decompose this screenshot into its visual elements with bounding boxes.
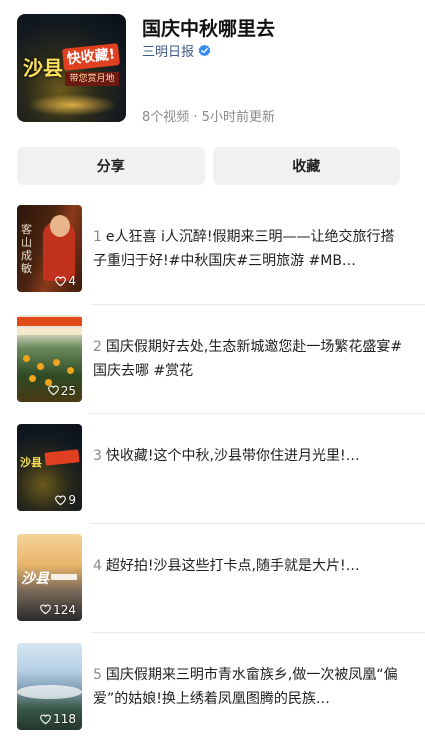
video-thumbnail[interactable]: 118 — [17, 643, 82, 730]
thumbnail-subbanner — [17, 327, 82, 335]
flower-shape — [53, 358, 60, 366]
item-index: 3 — [93, 448, 102, 464]
list-item[interactable]: 118 5 国庆假期来三明市青水畲族乡,做一次被凤凰“偏爱”的姑娘!换上绣着凤凰图… — [0, 633, 425, 740]
cover-glow — [27, 94, 117, 116]
cover-art-text: 沙县 — [23, 56, 63, 80]
heart-icon — [47, 385, 59, 396]
thumbnail-banner — [17, 316, 82, 326]
video-title[interactable]: 3 快收藏!这个中秋,沙县带你住进月光里!… — [93, 444, 403, 468]
list-item[interactable]: 客山成敏 4 1 e人狂喜 i人沉醉!假期来三明——让绝交旅行搭子重归于好!#中秋… — [0, 195, 425, 305]
item-index: 2 — [93, 338, 102, 355]
verified-icon — [198, 44, 211, 57]
collection-cover[interactable]: 沙县 快收藏! 带您赏月地 — [17, 14, 126, 122]
collection-title: 国庆中秋哪里去 — [142, 18, 276, 40]
list-item[interactable]: 沙县 124 4 超好拍!沙县这些打卡点,随手就是大片!… — [0, 524, 425, 633]
item-text: e人狂喜 i人沉醉!假期来三明——让绝交旅行搭子重归于好!#中秋国庆#三明旅游 … — [93, 229, 395, 269]
flower-shape — [23, 354, 30, 362]
cover-art-caption: 带您赏月地 — [65, 72, 119, 86]
like-count-value: 25 — [60, 383, 76, 398]
like-count-value: 118 — [53, 712, 76, 726]
item-text: 快收藏!这个中秋,沙县带你住进月光里!… — [105, 448, 360, 464]
thumbnail-text: 沙县 — [20, 456, 42, 469]
video-thumbnail[interactable]: 25 — [17, 314, 82, 402]
thumbnail-badge — [51, 573, 77, 580]
video-thumbnail[interactable]: 客山成敏 4 — [17, 205, 82, 292]
action-buttons: 分享 收藏 — [17, 147, 400, 185]
video-thumbnail[interactable]: 沙县 124 — [17, 533, 82, 621]
list-item[interactable]: 沙县 9 3 快收藏!这个中秋,沙县带你住进月光里!… — [0, 414, 425, 524]
thumbnail-text: 客山成敏 — [21, 223, 32, 275]
video-title[interactable]: 2 国庆假期好去处,生态新城邀您赴一场繁花盛宴#国庆去哪 #赏花 — [93, 335, 403, 383]
author-name[interactable]: 三明日报 — [142, 41, 194, 60]
author-row[interactable]: 三明日报 — [142, 41, 211, 60]
list-item[interactable]: 25 2 国庆假期好去处,生态新城邀您赴一场繁花盛宴#国庆去哪 #赏花 — [0, 305, 425, 414]
item-text: 国庆假期好去处,生态新城邀您赴一场繁花盛宴#国庆去哪 #赏花 — [93, 338, 403, 379]
thumbnail-face — [50, 215, 70, 237]
video-thumbnail[interactable]: 沙县 9 — [17, 424, 82, 511]
item-text: 国庆假期来三明市青水畲族乡,做一次被凤凰“偏爱”的姑娘!换上绣着凤凰图腾的民族… — [93, 667, 398, 707]
heart-icon — [55, 275, 67, 286]
like-count-value: 124 — [53, 602, 76, 617]
like-count: 4 — [17, 274, 76, 288]
cover-art-badge: 快收藏! — [62, 43, 120, 71]
heart-icon — [40, 713, 51, 724]
item-index: 4 — [93, 557, 102, 574]
like-count: 25 — [17, 384, 76, 398]
like-count: 124 — [17, 603, 76, 617]
collection-meta: 8个视频 · 5小时前更新 — [142, 110, 275, 125]
item-index: 1 — [93, 229, 102, 245]
video-title[interactable]: 5 国庆假期来三明市青水畲族乡,做一次被凤凰“偏爱”的姑娘!换上绣着凤凰图腾的民族… — [93, 663, 403, 711]
collection-header: 沙县 快收藏! 带您赏月地 国庆中秋哪里去 三明日报 8个视频 · 5小时前更新 — [0, 0, 425, 140]
thumbnail-badge — [44, 449, 80, 466]
item-index: 5 — [93, 667, 102, 683]
flower-shape — [67, 366, 74, 374]
item-text: 超好拍!沙县这些打卡点,随手就是大片!… — [105, 557, 360, 574]
like-count-value: 4 — [68, 274, 76, 288]
like-count-value: 9 — [68, 493, 76, 507]
share-button[interactable]: 分享 — [17, 147, 205, 185]
flower-shape — [29, 374, 36, 382]
like-count: 118 — [17, 712, 76, 726]
thumbnail-text: 沙县 — [21, 570, 49, 587]
video-title[interactable]: 4 超好拍!沙县这些打卡点,随手就是大片!… — [93, 554, 403, 578]
video-list: 客山成敏 4 1 e人狂喜 i人沉醉!假期来三明——让绝交旅行搭子重归于好!#中秋… — [0, 195, 425, 740]
heart-icon — [40, 604, 51, 615]
like-count: 9 — [17, 493, 76, 507]
flower-shape — [37, 362, 44, 370]
favorite-button[interactable]: 收藏 — [212, 147, 400, 185]
thumbnail-mist — [17, 685, 82, 699]
heart-icon — [55, 494, 67, 505]
video-title[interactable]: 1 e人狂喜 i人沉醉!假期来三明——让绝交旅行搭子重归于好!#中秋国庆#三明旅游… — [93, 225, 403, 273]
